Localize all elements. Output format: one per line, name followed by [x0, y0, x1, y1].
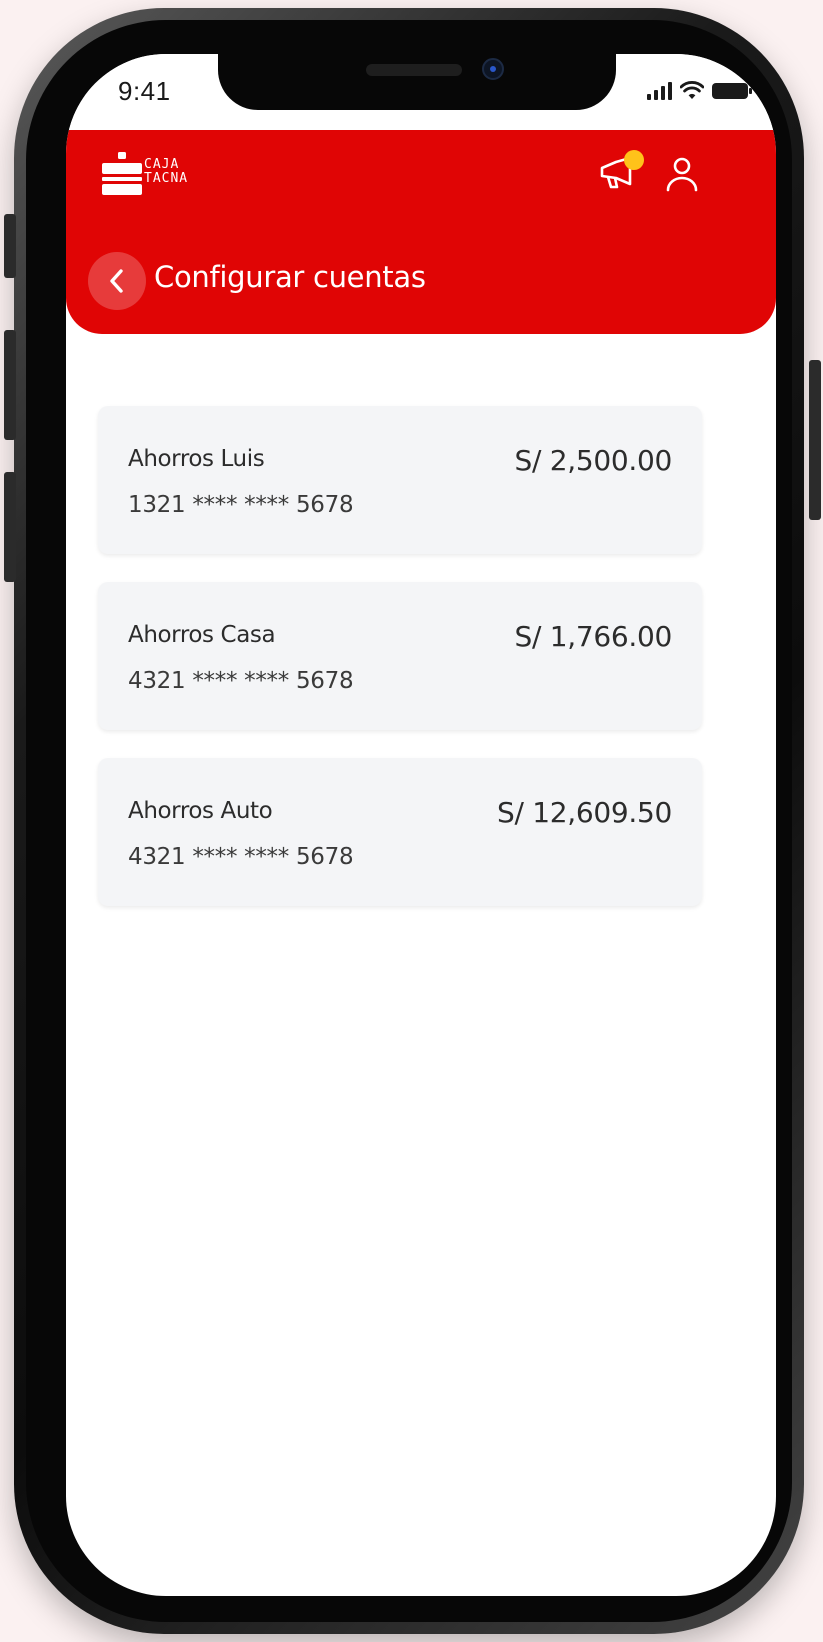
mute-switch [4, 214, 16, 278]
status-icons [647, 80, 752, 102]
status-time: 9:41 [118, 76, 171, 106]
page-title: Configurar cuentas [154, 260, 426, 294]
logo-mark-icon [102, 152, 142, 195]
user-icon [666, 157, 698, 192]
chevron-left-icon [110, 269, 123, 293]
account-card[interactable]: Ahorros Luis 1321 **** **** 5678 S/ 2,50… [98, 406, 702, 554]
speaker-grille [366, 64, 462, 76]
battery-icon [712, 83, 752, 99]
power-button [809, 360, 821, 520]
volume-up-button [4, 330, 16, 440]
notifications-button[interactable] [598, 150, 644, 198]
wifi-icon [680, 81, 704, 99]
notification-badge [624, 150, 644, 170]
account-name: Ahorros Auto [128, 798, 273, 824]
account-number: 4321 **** **** 5678 [128, 668, 354, 694]
status-bar: 9:41 [66, 54, 776, 130]
volume-down-button [4, 472, 16, 582]
account-card[interactable]: Ahorros Casa 4321 **** **** 5678 S/ 1,76… [98, 582, 702, 730]
account-name: Ahorros Casa [128, 622, 276, 648]
back-button[interactable] [88, 252, 146, 310]
caja-tacna-logo: CAJA TACNA [102, 152, 222, 196]
front-camera [482, 58, 504, 80]
notch [218, 54, 616, 110]
account-balance: S/ 12,609.50 [496, 796, 672, 829]
account-balance: S/ 2,500.00 [514, 444, 673, 477]
account-card[interactable]: Ahorros Auto 4321 **** **** 5678 S/ 12,6… [98, 758, 702, 906]
cellular-signal-icon [647, 82, 672, 100]
account-balance: S/ 1,766.00 [514, 620, 673, 653]
account-name: Ahorros Luis [128, 446, 265, 472]
account-number: 4321 **** **** 5678 [128, 844, 354, 870]
logo-wordmark: CAJA TACNA [144, 157, 189, 186]
account-number: 1321 **** **** 5678 [128, 492, 354, 518]
profile-button[interactable] [662, 154, 706, 198]
app-screen: 9:41 CAJA TACNA Configurar cuentas Ahorr… [66, 54, 776, 1596]
app-header: CAJA TACNA Configurar cuentas [66, 130, 776, 334]
